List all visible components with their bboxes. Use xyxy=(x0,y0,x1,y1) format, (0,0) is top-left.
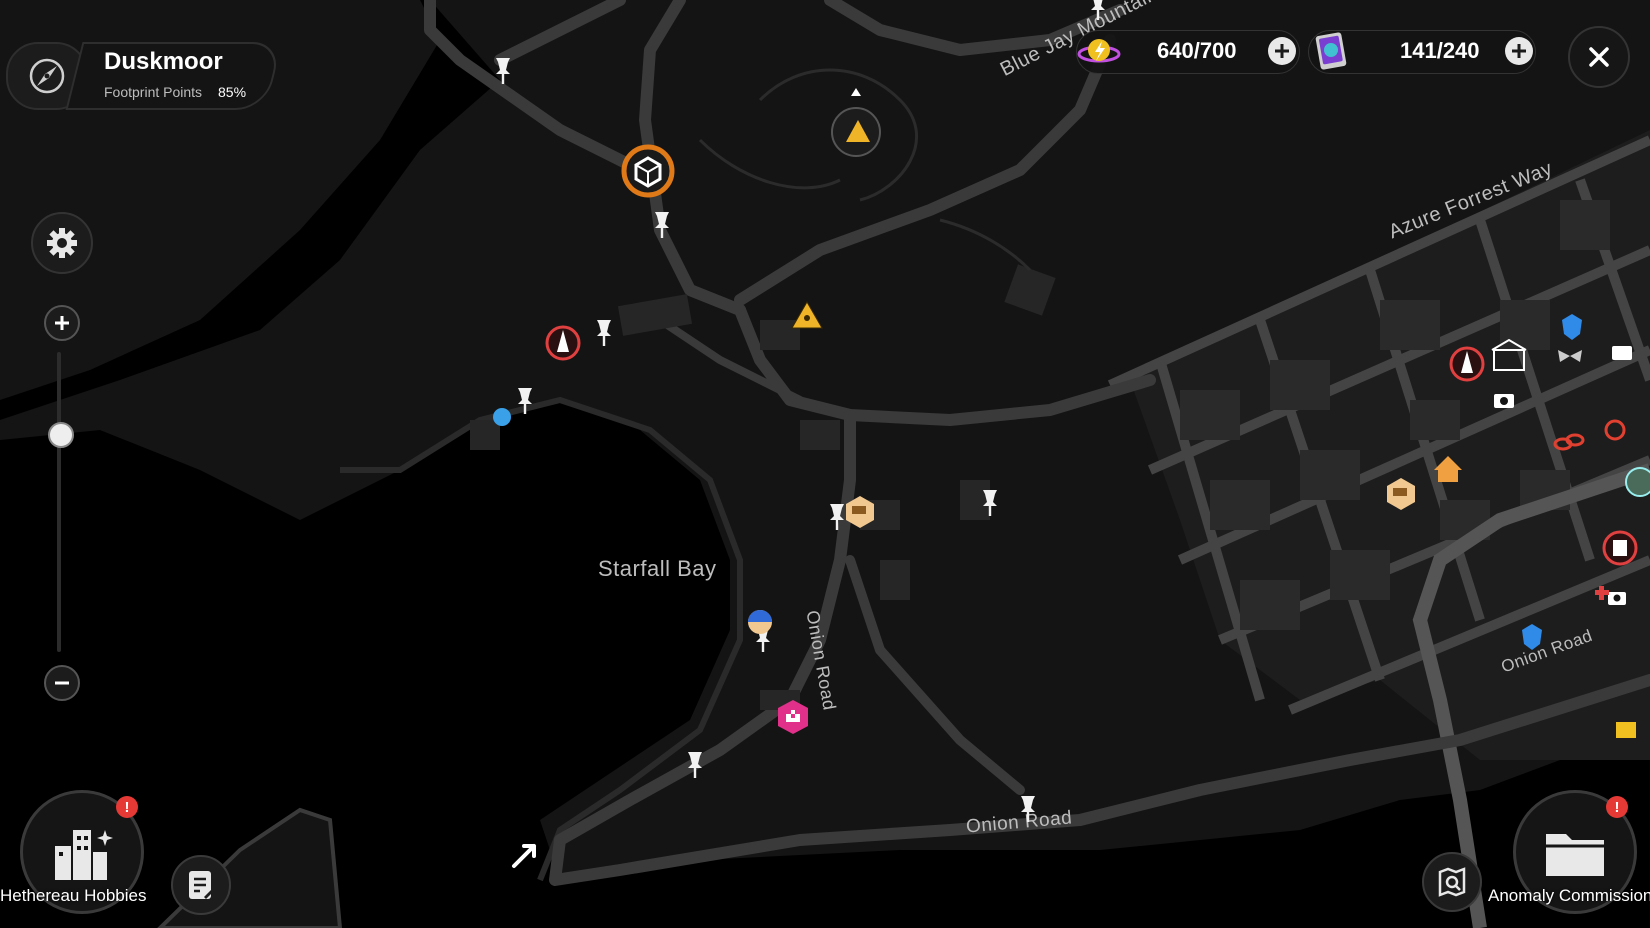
notification-badge: ! xyxy=(1606,796,1628,818)
cards-value: 141/240 xyxy=(1400,38,1480,63)
region-name: Duskmoor xyxy=(104,48,223,75)
notification-badge: ! xyxy=(116,796,138,818)
minus-icon xyxy=(55,681,69,685)
region-card[interactable]: Duskmoor Footprint Points 85% xyxy=(6,38,283,110)
map-canvas[interactable] xyxy=(0,0,1650,928)
zoom-out-button[interactable] xyxy=(44,665,80,701)
hobbies-label: Hethereau Hobbies xyxy=(0,886,147,905)
footprint-label: Footprint Points xyxy=(104,84,203,100)
gear-icon xyxy=(47,228,77,258)
map-search-button[interactable] xyxy=(1422,852,1482,912)
close-icon xyxy=(1589,47,1609,67)
document-edit-icon xyxy=(189,871,216,899)
energy-orb-icon xyxy=(1076,28,1122,74)
task-list-button[interactable] xyxy=(171,855,231,915)
footprint-value: 85% xyxy=(218,84,247,100)
zoom-slider-track[interactable] xyxy=(57,352,61,652)
compass-icon xyxy=(29,58,65,94)
close-button[interactable] xyxy=(1568,26,1630,88)
plus-icon xyxy=(1512,44,1526,58)
energy-value: 640/700 xyxy=(1157,38,1237,63)
folder-icon xyxy=(1546,834,1604,876)
plus-icon xyxy=(55,316,69,330)
add-cards-button[interactable] xyxy=(1505,37,1533,65)
card-pack-icon xyxy=(1312,28,1352,74)
zoom-slider-thumb[interactable] xyxy=(48,422,74,448)
zoom-in-button[interactable] xyxy=(44,305,80,341)
plus-icon xyxy=(1275,44,1289,58)
bay-label: Starfall Bay xyxy=(598,556,717,581)
add-energy-button[interactable] xyxy=(1268,37,1296,65)
anomaly-commission-label: Anomaly Commission xyxy=(1488,886,1650,905)
city-buildings-icon xyxy=(55,830,113,880)
map-search-icon xyxy=(1438,867,1466,897)
settings-button[interactable] xyxy=(31,212,93,274)
